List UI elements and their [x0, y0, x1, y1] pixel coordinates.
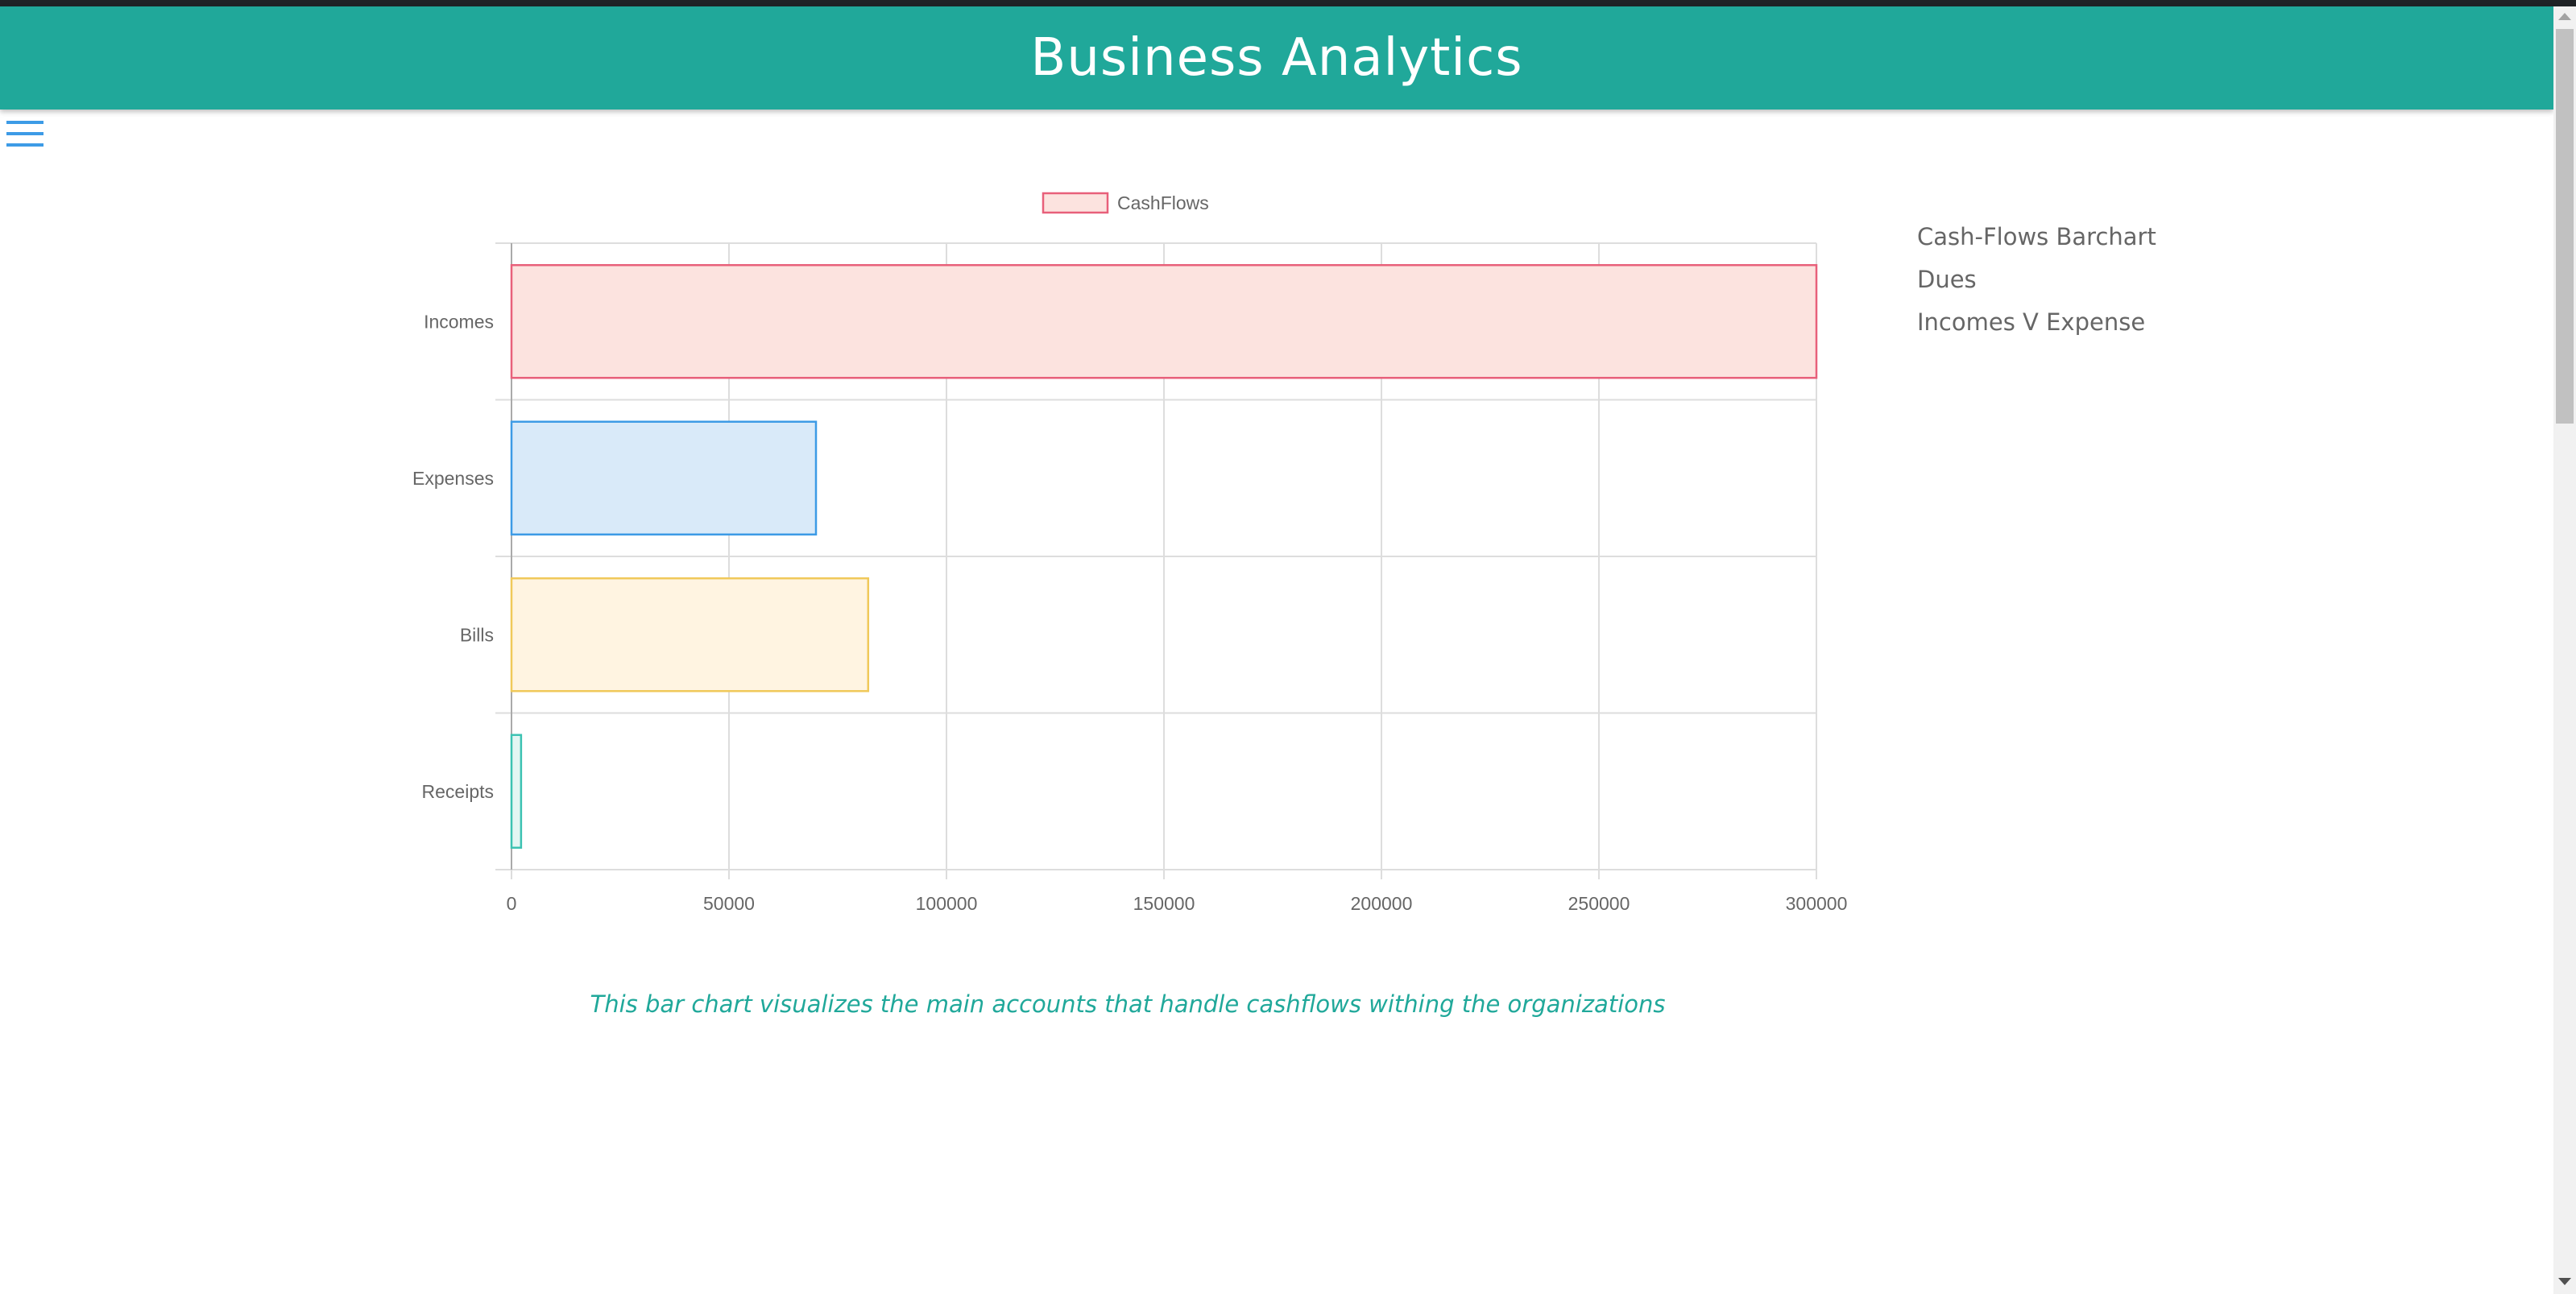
- chart-caption: This bar chart visualizes the main accou…: [590, 990, 1666, 1018]
- category-label: Incomes: [424, 311, 494, 332]
- chart-side-nav: Cash-Flows Barchart Dues Incomes V Expen…: [1917, 219, 2156, 347]
- scroll-up-arrow-icon[interactable]: [2558, 13, 2571, 20]
- side-nav-dues[interactable]: Dues: [1917, 262, 2156, 304]
- x-tick-label: 100000: [916, 893, 978, 914]
- category-label: Expenses: [412, 468, 494, 489]
- hamburger-menu-icon[interactable]: [6, 119, 43, 148]
- x-tick-label: 150000: [1133, 893, 1195, 914]
- x-tick-label: 50000: [703, 893, 755, 914]
- bar-incomes[interactable]: [510, 263, 1818, 379]
- side-nav-cashflows-barchart[interactable]: Cash-Flows Barchart: [1917, 219, 2156, 262]
- side-nav-incomes-v-expense[interactable]: Incomes V Expense: [1917, 304, 2156, 347]
- page-title: Business Analytics: [1030, 28, 1523, 88]
- bar-expenses[interactable]: [510, 420, 818, 536]
- x-tick-label: 300000: [1786, 893, 1848, 914]
- bar-bills[interactable]: [510, 577, 870, 692]
- legend-label[interactable]: CashFlows: [1117, 192, 1209, 213]
- category-label: Bills: [460, 624, 494, 645]
- x-tick-label: 0: [507, 893, 517, 914]
- scroll-down-arrow-icon[interactable]: [2558, 1278, 2571, 1285]
- cashflows-bar-chart: 0 50000 100000 150000 200000 250000 300000 Inco…: [412, 192, 1848, 914]
- x-tick-label: 200000: [1351, 893, 1413, 914]
- legend-swatch[interactable]: [1042, 192, 1109, 214]
- app-header: Business Analytics: [0, 6, 2553, 110]
- x-tick-label: 250000: [1568, 893, 1630, 914]
- window-top-strip: [0, 0, 2576, 6]
- scrollbar-thumb[interactable]: [2556, 29, 2574, 424]
- bar-receipts[interactable]: [510, 734, 523, 850]
- category-label: Receipts: [422, 781, 494, 802]
